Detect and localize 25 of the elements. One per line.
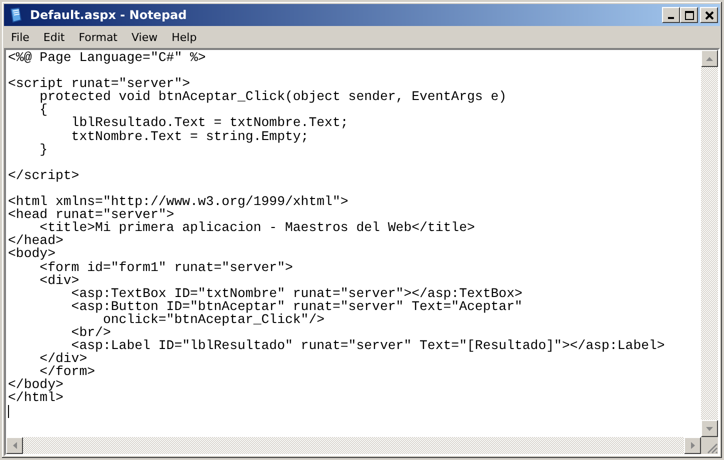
window-title: Default.aspx - Notepad — [30, 8, 187, 22]
menu-item[interactable]: Help — [164, 30, 204, 44]
menu-item[interactable]: File — [4, 30, 36, 44]
text-cursor — [8, 405, 9, 418]
scroll-left-button[interactable] — [6, 437, 23, 454]
maximize-button[interactable] — [680, 7, 698, 23]
menu-item[interactable]: Edit — [36, 30, 72, 44]
notepad-icon — [8, 7, 24, 23]
left-arrow-icon — [12, 442, 16, 449]
minimize-button[interactable] — [662, 7, 680, 23]
menu-item[interactable]: Format — [72, 30, 124, 44]
scroll-right-button[interactable] — [684, 437, 701, 454]
menu-item[interactable]: View — [124, 30, 165, 44]
down-arrow-icon — [706, 426, 713, 430]
scroll-down-button[interactable] — [701, 420, 718, 437]
close-button[interactable] — [700, 7, 718, 23]
code-text: <%@ Page Language="C#" %> <script runat="server"> protected void btnAceptar_Click(object sender, EventArgs e) { lblResultado.Text = txtNombre.Text; txtNombre.Text = string.Empty; } </script> <html xmlns="http://www.w3.org/1999/xhtml"> <head runat="server"> <title>Mi primera aplicacion - Maestros del Web</title> </head> <body> <form id="form1" runat="server"> <div> <asp:TextBox ID="txtNombre" runat="server"></asp:TextBox> <asp:Button ID="btnAceptar" runat="server" Text="Aceptar" onclick="btnAceptar_Click"/> <br/> <asp:Label ID="lblResultado" runat="server" Text="[Resultado]"></asp:Label> </div> </form> </body> </html> — [8, 51, 665, 405]
vertical-scrollbar[interactable] — [701, 50, 718, 437]
minimize-icon — [668, 17, 674, 19]
close-icon — [704, 10, 714, 20]
horizontal-scrollbar[interactable] — [6, 437, 701, 454]
right-arrow-icon — [690, 442, 694, 449]
up-arrow-icon — [706, 56, 713, 60]
scroll-up-button[interactable] — [701, 50, 718, 67]
maximize-icon — [684, 10, 694, 20]
